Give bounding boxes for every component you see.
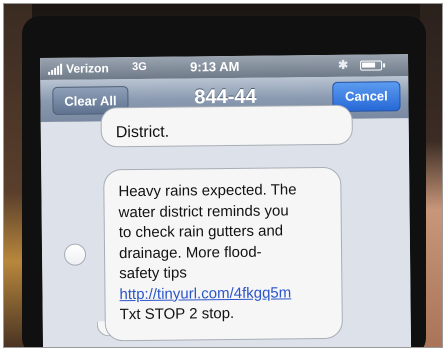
message-line: drainage. More flood-	[118, 243, 262, 262]
message-footer: Txt STOP 2 stop.	[119, 304, 235, 324]
status-time: 9:13 AM	[190, 58, 240, 75]
message-line: Heavy rains expected. The	[118, 181, 297, 201]
previous-message-bubble[interactable]: District.	[100, 104, 353, 148]
message-line: water district reminds you	[118, 201, 289, 221]
photo-frame: Verizon 3G 9:13 AM ✱ Clear All 844-44 Ca…	[3, 3, 443, 348]
message-list[interactable]: District. Heavy rains expected. The wate…	[40, 104, 412, 347]
select-circle-icon[interactable]	[63, 243, 87, 266]
battery-icon	[360, 60, 383, 71]
message-bubble[interactable]: Heavy rains expected. The water district…	[103, 166, 343, 342]
battery-fill	[362, 62, 376, 68]
phone-screen: Verizon 3G 9:13 AM ✱ Clear All 844-44 Ca…	[40, 54, 412, 347]
network-type: 3G	[132, 60, 147, 74]
signal-bars-icon	[48, 63, 63, 75]
message-line: to check rain gutters and	[118, 222, 284, 242]
message-line: safety tips	[119, 264, 187, 283]
bluetooth-icon: ✱	[338, 57, 349, 72]
previous-message-text: District.	[115, 123, 170, 142]
message-link[interactable]: http://tinyurl.com/4fkgq5m	[119, 282, 331, 305]
carrier-name: Verizon	[66, 61, 109, 76]
